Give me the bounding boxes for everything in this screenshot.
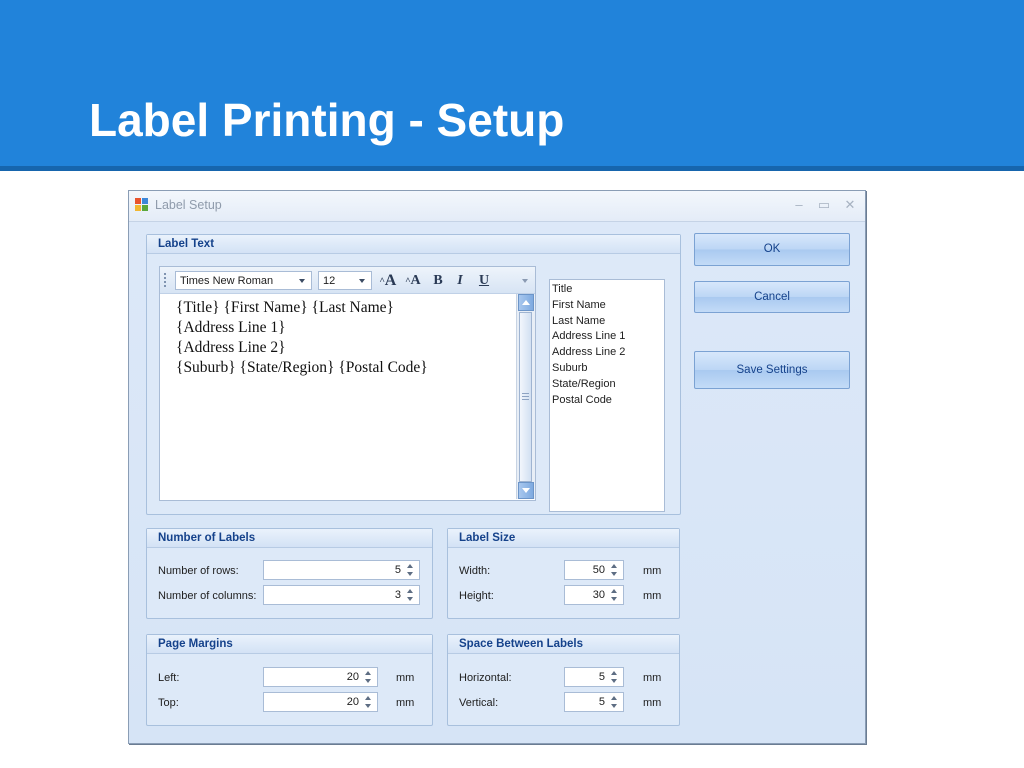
width-stepper[interactable]: 50 bbox=[564, 560, 624, 580]
number-of-labels-title: Number of Labels bbox=[147, 529, 432, 548]
height-label: Height: bbox=[459, 590, 494, 602]
number-of-labels-group: Number of Labels Number of rows: 5 Numbe… bbox=[146, 528, 433, 619]
columns-label: Number of columns: bbox=[158, 590, 257, 602]
toolbar-overflow-icon[interactable] bbox=[522, 279, 528, 283]
vertical-spacing-label: Vertical: bbox=[459, 697, 499, 709]
left-margin-label: Left: bbox=[158, 672, 180, 684]
chevron-down-icon bbox=[299, 279, 305, 283]
left-margin-unit: mm bbox=[396, 672, 415, 684]
height-unit: mm bbox=[643, 590, 662, 602]
editor-content[interactable]: {Title} {First Name} {Last Name} {Addres… bbox=[176, 298, 428, 378]
font-size-value: 12 bbox=[323, 275, 336, 287]
font-family-value: Times New Roman bbox=[180, 275, 274, 287]
horizontal-spacing-stepper[interactable]: 5 bbox=[564, 667, 624, 687]
save-settings-button[interactable]: Save Settings bbox=[694, 351, 850, 389]
top-margin-value: 20 bbox=[346, 696, 359, 708]
stepper-arrows-icon[interactable] bbox=[610, 669, 620, 685]
stepper-arrows-icon[interactable] bbox=[406, 562, 416, 578]
scroll-down-button[interactable] bbox=[518, 482, 534, 499]
space-between-labels-group: Space Between Labels Horizontal: 5 mm Ve… bbox=[447, 634, 680, 726]
page-margins-group: Page Margins Left: 20 mm Top: 20 mm bbox=[146, 634, 433, 726]
format-toolbar: Times New Roman 12 ˄A ˄A B I U bbox=[160, 267, 535, 294]
underline-button[interactable]: U bbox=[474, 271, 494, 290]
list-item[interactable]: Postal Code bbox=[552, 393, 664, 409]
height-value: 30 bbox=[592, 589, 605, 601]
label-size-title: Label Size bbox=[448, 529, 679, 548]
horizontal-spacing-label: Horizontal: bbox=[459, 672, 512, 684]
label-setup-window: Label Setup – ▭ ✕ Label Text Times New R… bbox=[128, 190, 866, 744]
list-item[interactable]: Title bbox=[552, 282, 664, 298]
stepper-arrows-icon[interactable] bbox=[364, 694, 374, 710]
editor-line: {Title} {First Name} {Last Name} bbox=[176, 299, 394, 316]
stepper-arrows-icon[interactable] bbox=[610, 587, 620, 603]
list-item[interactable]: First Name bbox=[552, 298, 664, 314]
close-button[interactable]: ✕ bbox=[840, 195, 860, 215]
editor-line: {Suburb} {State/Region} {Postal Code} bbox=[176, 359, 428, 376]
vertical-spacing-unit: mm bbox=[643, 697, 662, 709]
label-size-group: Label Size Width: 50 mm Height: 30 mm bbox=[447, 528, 680, 619]
window-app-icon bbox=[135, 198, 148, 211]
width-value: 50 bbox=[592, 564, 605, 576]
horizontal-spacing-unit: mm bbox=[643, 672, 662, 684]
window-title: Label Setup bbox=[155, 198, 222, 212]
slide-header-divider bbox=[0, 166, 1024, 171]
editor-scrollbar[interactable] bbox=[516, 294, 535, 499]
width-unit: mm bbox=[643, 565, 662, 577]
left-margin-stepper[interactable]: 20 bbox=[263, 667, 378, 687]
top-margin-stepper[interactable]: 20 bbox=[263, 692, 378, 712]
maximize-button[interactable]: ▭ bbox=[814, 195, 834, 215]
slide-title: Label Printing - Setup bbox=[89, 94, 565, 146]
font-family-select[interactable]: Times New Roman bbox=[175, 271, 312, 290]
label-text-group-title: Label Text bbox=[147, 235, 680, 254]
stepper-arrows-icon[interactable] bbox=[610, 694, 620, 710]
editor-line: {Address Line 2} bbox=[176, 339, 286, 356]
rows-value: 5 bbox=[394, 564, 401, 576]
merge-field-list[interactable]: Title First Name Last Name Address Line … bbox=[549, 279, 665, 512]
list-item[interactable]: Last Name bbox=[552, 314, 664, 330]
cancel-button[interactable]: Cancel bbox=[694, 281, 850, 313]
horizontal-spacing-value: 5 bbox=[598, 671, 605, 683]
left-margin-value: 20 bbox=[346, 671, 359, 683]
label-text-group: Label Text Times New Roman 12 ˄A ˄A B I … bbox=[146, 234, 681, 515]
list-item[interactable]: Suburb bbox=[552, 361, 664, 377]
list-item[interactable]: State/Region bbox=[552, 377, 664, 393]
rows-label: Number of rows: bbox=[158, 565, 239, 577]
chevron-down-icon bbox=[522, 488, 530, 493]
chevron-up-icon bbox=[522, 300, 530, 305]
stepper-arrows-icon[interactable] bbox=[610, 562, 620, 578]
columns-stepper[interactable]: 3 bbox=[263, 585, 420, 605]
page-margins-title: Page Margins bbox=[147, 635, 432, 654]
label-text-editor[interactable]: Times New Roman 12 ˄A ˄A B I U {Title} {… bbox=[159, 266, 536, 501]
bold-button[interactable]: B bbox=[428, 271, 448, 290]
chevron-down-icon bbox=[359, 279, 365, 283]
scroll-up-button[interactable] bbox=[518, 294, 534, 311]
space-between-title: Space Between Labels bbox=[448, 635, 679, 654]
width-label: Width: bbox=[459, 565, 491, 577]
scroll-thumb[interactable] bbox=[519, 312, 532, 482]
grow-font-button[interactable]: ˄A bbox=[377, 271, 399, 290]
window-titlebar[interactable]: Label Setup – ▭ ✕ bbox=[129, 191, 865, 222]
shrink-font-button[interactable]: ˄A bbox=[402, 271, 424, 290]
window-body: Label Text Times New Roman 12 ˄A ˄A B I … bbox=[129, 222, 865, 743]
list-item[interactable]: Address Line 1 bbox=[552, 329, 664, 345]
vertical-spacing-value: 5 bbox=[598, 696, 605, 708]
list-item[interactable]: Address Line 2 bbox=[552, 345, 664, 361]
vertical-spacing-stepper[interactable]: 5 bbox=[564, 692, 624, 712]
editor-line: {Address Line 1} bbox=[176, 319, 286, 336]
grip-lines-icon bbox=[522, 393, 529, 400]
columns-value: 3 bbox=[394, 589, 401, 601]
toolbar-grip[interactable] bbox=[164, 273, 166, 287]
top-margin-unit: mm bbox=[396, 697, 415, 709]
ok-button[interactable]: OK bbox=[694, 233, 850, 266]
stepper-arrows-icon[interactable] bbox=[406, 587, 416, 603]
font-size-select[interactable]: 12 bbox=[318, 271, 372, 290]
stepper-arrows-icon[interactable] bbox=[364, 669, 374, 685]
minimize-button[interactable]: – bbox=[789, 195, 809, 215]
italic-button[interactable]: I bbox=[450, 271, 470, 290]
height-stepper[interactable]: 30 bbox=[564, 585, 624, 605]
top-margin-label: Top: bbox=[158, 697, 179, 709]
rows-stepper[interactable]: 5 bbox=[263, 560, 420, 580]
